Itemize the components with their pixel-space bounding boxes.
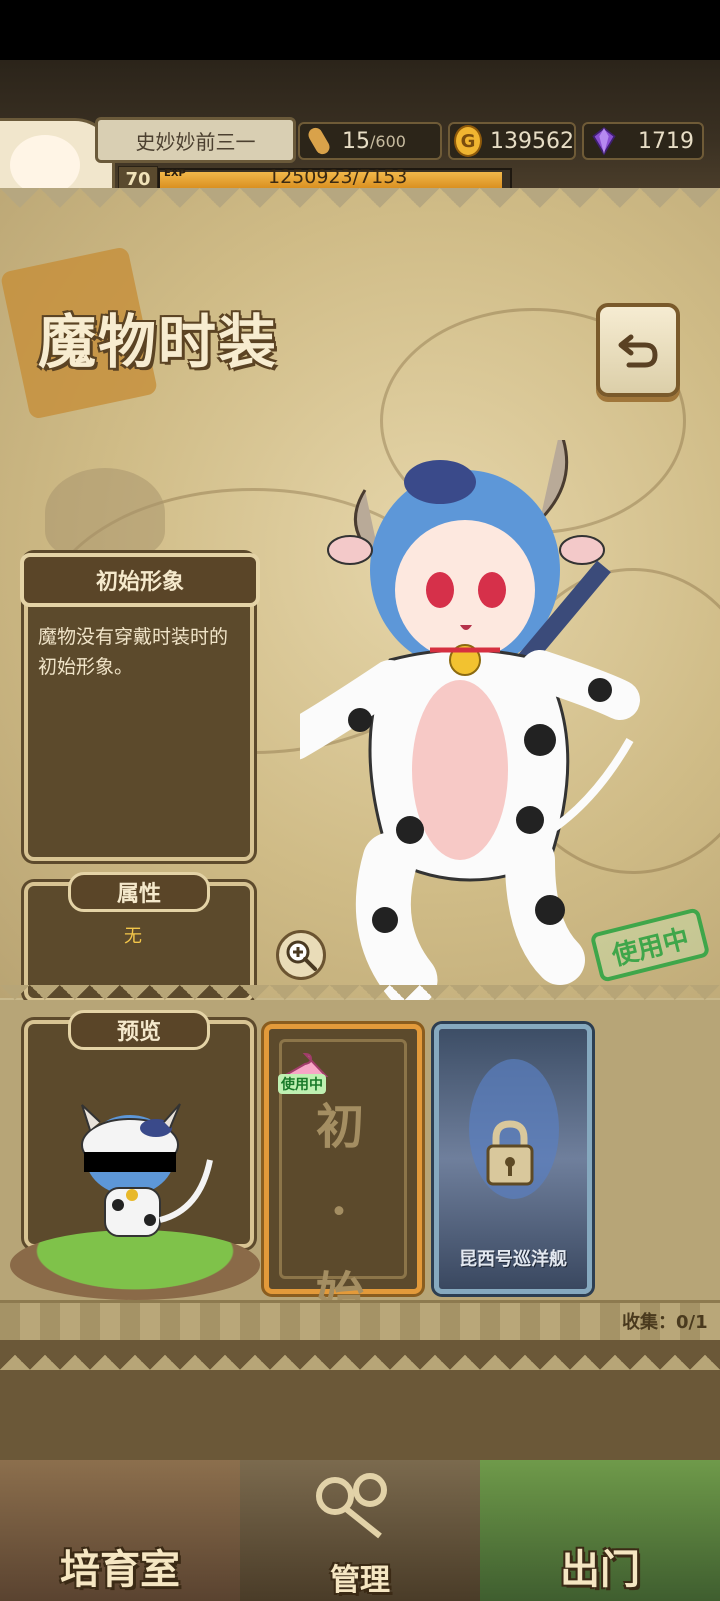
exp-label: EXP <box>164 168 186 179</box>
footer-decoration <box>0 1370 720 1460</box>
costume-description: 魔物没有穿戴时装时的初始形象。 <box>38 626 229 678</box>
screen-title: 魔物时装 <box>38 308 279 376</box>
gem-icon <box>592 127 616 155</box>
character-illustration <box>300 440 640 1000</box>
nav-go-out[interactable]: 出门 <box>480 1460 720 1601</box>
preview-chibi-character <box>81 1103 213 1237</box>
gem-counter[interactable]: 1719 <box>582 122 704 160</box>
exp-text: 1250923/7153 <box>268 166 408 188</box>
torn-edge-bottom <box>0 1340 720 1370</box>
attributes-value: 无 <box>124 926 142 947</box>
attributes-label: 属性 <box>68 872 210 912</box>
gold-coin-icon: G <box>454 125 483 157</box>
gold-counter[interactable]: G 139562 <box>448 122 576 160</box>
player-name: 史妙妙前三一 <box>95 117 296 163</box>
back-button[interactable] <box>596 303 680 397</box>
stamina-counter[interactable]: 15 /600 <box>298 122 442 160</box>
zoom-in-icon <box>286 940 317 971</box>
nav-manage-label: 管理 <box>330 1563 390 1598</box>
nav-breeding-room[interactable]: 培育室 <box>0 1460 240 1601</box>
ink-bottle-decoration <box>45 468 165 558</box>
lock-icon <box>486 1120 534 1186</box>
nav-breeding-label: 培育室 <box>60 1546 180 1593</box>
system-status-bar <box>0 0 720 60</box>
keys-icon <box>316 1473 387 1539</box>
zoom-button[interactable] <box>276 930 326 980</box>
back-arrow-icon <box>618 334 658 368</box>
nav-exit-label: 出门 <box>560 1546 640 1593</box>
costume-name: 初始形象 <box>20 553 260 607</box>
stamina-max: /600 <box>370 131 406 151</box>
card-locked-name: 昆西号巡洋舰 <box>459 1249 567 1270</box>
nav-manage[interactable]: 管理 <box>240 1460 480 1601</box>
torn-edge-top <box>0 188 720 228</box>
collection-count: 收集：0/1 <box>622 1312 708 1333</box>
stamina-value: 15 <box>342 128 370 154</box>
collection-strip <box>0 1300 720 1343</box>
gem-value: 1719 <box>638 128 694 154</box>
preview-label: 预览 <box>68 1010 210 1050</box>
bread-icon <box>305 125 333 157</box>
gold-value: 139562 <box>490 128 574 154</box>
